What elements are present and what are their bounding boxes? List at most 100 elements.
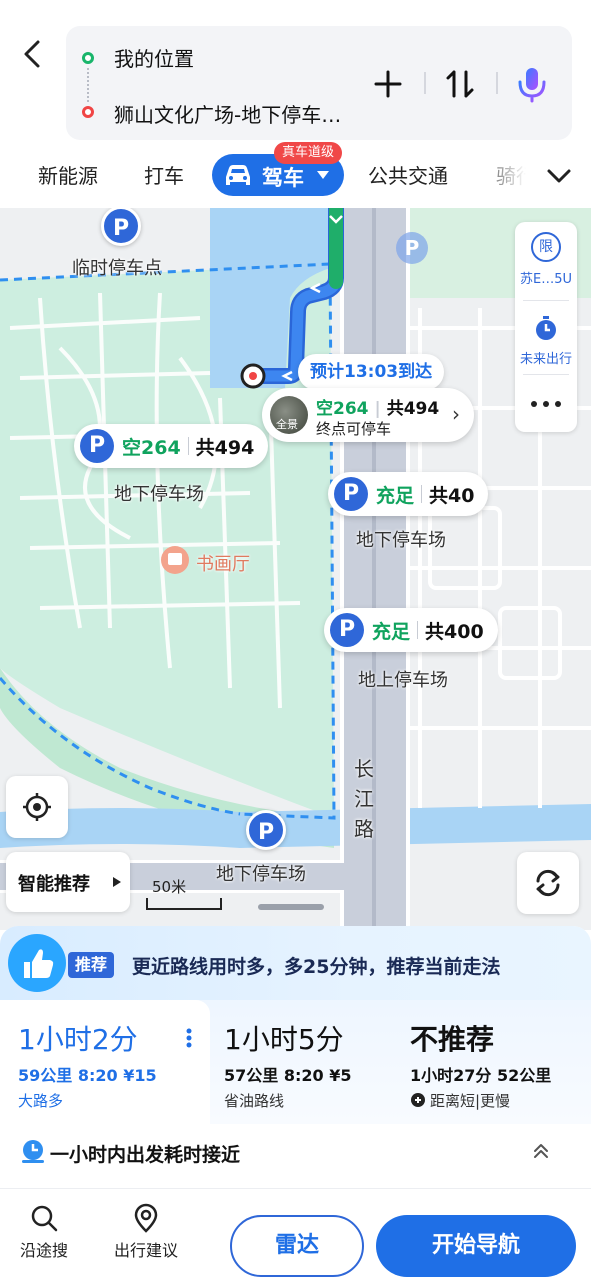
origin-field[interactable]: 我的位置 [114, 43, 194, 72]
destination-parking-count: 空264 | 共494 [316, 399, 440, 419]
eta-bubble: 预计13:03到达 [298, 354, 445, 390]
divider [523, 374, 569, 375]
smart-recommend-button[interactable]: 智能推荐 [6, 852, 130, 912]
parking-total-spots: 共494 [195, 436, 255, 459]
plan-duration: 不推荐 [410, 1023, 495, 1056]
parking-icon: P [334, 477, 368, 511]
plan-note: 大路多 [18, 1092, 64, 1110]
sheet-drag-handle[interactable] [258, 904, 324, 910]
map-label-ground-parking: 地上停车场 [358, 670, 448, 691]
voice-button[interactable] [512, 64, 552, 104]
tab-public-transit[interactable]: 公共交通 [368, 160, 448, 189]
refresh-icon [536, 869, 560, 897]
restriction-icon: 限 [531, 232, 561, 262]
destination-parking-card[interactable]: 全景 空264 | 共494 终点可停车 › [262, 388, 474, 442]
future-travel-button[interactable]: 未来出行 [515, 348, 577, 367]
plan-details: 57公里 8:20 ¥5 [224, 1066, 352, 1085]
chevron-right-icon: › [452, 402, 460, 426]
route-plan-3[interactable]: 不推荐 1小时27分 52公里 距离短|更慢 [392, 1000, 591, 1124]
crosshair-icon [23, 793, 51, 821]
route-header: 我的位置 狮山文化广场-地下停车… [0, 0, 591, 150]
parking-free-spots: 充足 [376, 484, 415, 507]
refresh-route-button[interactable] [517, 852, 579, 914]
search-icon [31, 1205, 58, 1232]
departure-time-label: 一小时内出发耗时接近 [50, 1144, 241, 1166]
clock-icon [22, 1140, 44, 1163]
lane-level-badge: 真车道级 [274, 142, 343, 164]
start-navigation-button[interactable]: 开始导航 [376, 1215, 576, 1277]
radar-button[interactable]: 雷达 [230, 1215, 364, 1277]
chevron-down-icon [547, 169, 571, 183]
recommend-tag: 推荐 [68, 952, 115, 978]
tab-new-energy[interactable]: 新能源 [38, 160, 98, 189]
car-icon [226, 165, 250, 185]
thumbs-up-icon [8, 934, 66, 992]
tab-taxi[interactable]: 打车 [144, 160, 184, 189]
parking-icon: P [80, 429, 114, 463]
map-label-underground-parking: 地下停车场 [356, 530, 446, 551]
separator [421, 485, 423, 503]
expand-modes-button[interactable] [545, 162, 573, 190]
map-label-temp-parking: 临时停车点 [72, 258, 162, 279]
recommend-message: 更近路线用时多，多25分钟，推荐当前走法 [132, 956, 501, 978]
parking-total-spots: 共40 [429, 484, 475, 507]
destination-dot-icon [82, 106, 94, 118]
caret-down-icon [317, 171, 329, 179]
route-sheet: 推荐 更近路线用时多，多25分钟，推荐当前走法 1小时2分 59公里 8:20 … [0, 926, 591, 1280]
route-connector [87, 68, 89, 102]
travel-mode-tabs: 新能源 打车 驾车 真车道级 公共交通 骑行 [0, 142, 591, 208]
plate-restriction-button[interactable]: 苏E…5U [515, 268, 577, 287]
travel-advice-button[interactable]: 出行建议 [108, 1203, 184, 1261]
plan-duration: 1小时5分 [224, 1023, 344, 1056]
map-scale: 50米 [146, 876, 222, 912]
plan-note: 距离短|更慢 [430, 1092, 511, 1110]
divider [523, 300, 569, 301]
plan-duration: 1小时2分 [18, 1023, 138, 1056]
parking-total-spots: 共400 [425, 620, 484, 643]
parking-marker[interactable]: P [246, 810, 286, 850]
recommendation-tip: 推荐 更近路线用时多，多25分钟，推荐当前走法 [0, 926, 591, 1004]
add-waypoint-button[interactable] [368, 64, 408, 104]
swap-button[interactable] [440, 64, 480, 104]
plan-note: 省油路线 [224, 1092, 285, 1110]
svg-text:P: P [405, 236, 420, 260]
divider [496, 72, 498, 94]
origin-dot-icon [82, 52, 94, 64]
route-info-icon [411, 1093, 425, 1107]
double-chevron-up-icon[interactable] [532, 1142, 550, 1160]
more-vertical-icon[interactable] [186, 1028, 192, 1048]
route-plan-2[interactable]: 1小时5分 57公里 8:20 ¥5 省油路线 [206, 1000, 392, 1124]
destination-free-spots: 空264 [316, 399, 369, 419]
back-button[interactable] [14, 36, 50, 72]
parking-free-spots: 空264 [122, 436, 181, 459]
map-label-road: 长江路 [354, 757, 374, 841]
parking-pin[interactable]: P 充足 共400 [324, 608, 498, 652]
map-label-underground-parking: 地下停车场 [114, 484, 204, 505]
destination-total-spots: 共494 [386, 399, 440, 419]
swap-icon [446, 70, 474, 98]
separator [417, 621, 419, 639]
location-pin-icon [134, 1203, 158, 1233]
scale-label: 50米 [152, 878, 187, 896]
more-icon[interactable] [530, 400, 562, 408]
map-view[interactable]: P P 临时停车点 预计13:03到达 全景 空264 | 共494 终点可停车 ›… [0, 208, 591, 930]
parking-pin[interactable]: P 空264 共494 [74, 424, 269, 468]
tabs-fade [470, 150, 540, 200]
parking-icon: P [330, 613, 364, 647]
scale-bar [146, 898, 222, 910]
destination-parking-note: 终点可停车 [316, 420, 392, 438]
search-along-route-button[interactable]: 沿途搜 [6, 1203, 82, 1261]
microphone-icon [518, 68, 546, 103]
locate-button[interactable] [6, 776, 68, 838]
parking-free-spots: 充足 [372, 620, 411, 643]
destination-field[interactable]: 狮山文化广场-地下停车… [114, 99, 341, 128]
parking-pin[interactable]: P 充足 共40 [328, 472, 489, 516]
route-plans: 1小时2分 59公里 8:20 ¥15 大路多 1小时5分 57公里 8:20 … [0, 1000, 591, 1124]
plus-icon [374, 70, 402, 98]
route-plan-1[interactable]: 1小时2分 59公里 8:20 ¥15 大路多 [0, 1000, 210, 1124]
map-label-poi: 书画厅 [196, 554, 250, 575]
smart-recommend-label: 智能推荐 [18, 874, 90, 895]
map-side-panel: 限 苏E…5U 未来出行 [515, 222, 577, 432]
panorama-thumbnail: 全景 [270, 396, 308, 434]
departure-time-row[interactable]: 一小时内出发耗时接近 [0, 1124, 591, 1178]
